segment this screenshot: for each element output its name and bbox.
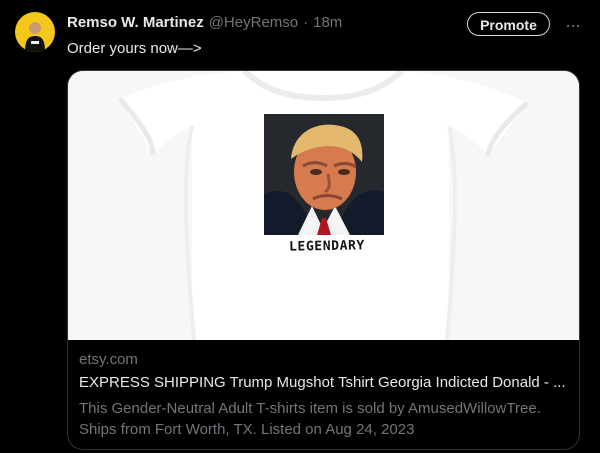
tweet-header: Remso W. Martinez @HeyRemso · 18m <box>67 13 342 33</box>
tweet-text: Order yours now—> <box>67 40 202 57</box>
handle[interactable]: @HeyRemso <box>209 13 298 33</box>
card-domain[interactable]: etsy.com <box>79 350 138 369</box>
tweet[interactable]: Remso W. Martinez @HeyRemso · 18m Promot… <box>0 0 600 453</box>
card-description[interactable]: This Gender-Neutral Adult T-shirts item … <box>79 398 567 440</box>
metadata-separator: · <box>303 14 309 31</box>
product-image[interactable]: LEGENDARY <box>68 71 579 340</box>
link-card[interactable]: LEGENDARY etsy.com EXPRESS SHIPPING Trum… <box>67 70 580 450</box>
shirt-caption: LEGENDARY <box>288 238 366 255</box>
person-icon <box>25 22 45 52</box>
card-title[interactable]: EXPRESS SHIPPING Trump Mugshot Tshirt Ge… <box>79 373 569 393</box>
promote-button[interactable]: Promote <box>467 12 550 36</box>
mugshot-print <box>264 114 384 235</box>
more-horizontal-icon[interactable]: ... <box>562 12 584 33</box>
display-name[interactable]: Remso W. Martinez <box>67 13 204 33</box>
avatar[interactable] <box>15 12 55 52</box>
tweet-age[interactable]: 18m <box>313 13 342 33</box>
